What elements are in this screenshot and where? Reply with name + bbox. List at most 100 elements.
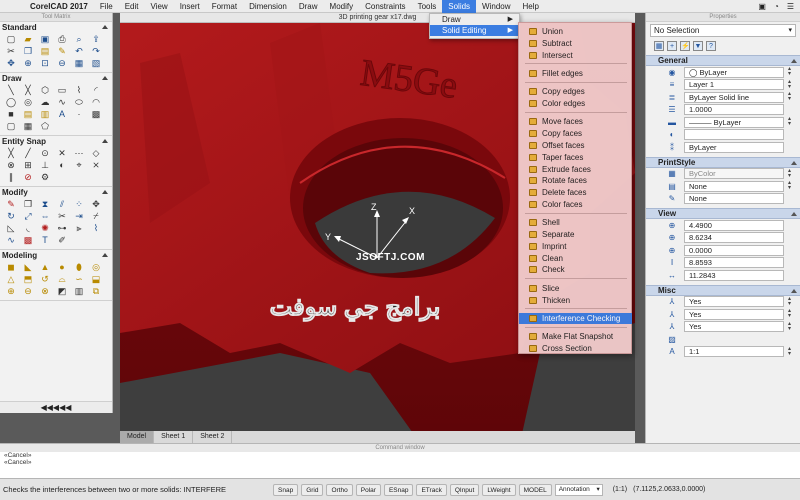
menu-solids[interactable]: Solids: [442, 0, 477, 13]
edit-polyline-icon[interactable]: ⌇: [89, 223, 103, 234]
arc-icon[interactable]: ◜: [89, 85, 103, 96]
interference-icon[interactable]: ⧉: [89, 286, 103, 297]
print-preview-icon[interactable]: ⌕: [72, 34, 86, 45]
move-icon[interactable]: ✥: [89, 199, 103, 210]
menu-item-imprint[interactable]: Imprint: [519, 241, 632, 252]
menu-item-color-faces[interactable]: Color faces: [519, 199, 632, 210]
status-toggle-lweight[interactable]: LWeight: [482, 483, 516, 496]
fillet-icon[interactable]: ◟: [21, 223, 35, 234]
status-toggle-polar[interactable]: Polar: [355, 483, 381, 496]
polygon-icon[interactable]: ⬡: [38, 85, 52, 96]
slice-icon[interactable]: ◩: [55, 286, 69, 297]
snap-nearest-icon[interactable]: ⌖: [72, 160, 86, 171]
save-icon[interactable]: ▣: [38, 34, 52, 45]
property-dropdown[interactable]: Yes: [684, 308, 784, 320]
text-icon[interactable]: A: [55, 109, 69, 120]
cloud-icon[interactable]: ☁: [38, 97, 52, 108]
stepper-icon[interactable]: ▴ ▾: [786, 346, 793, 357]
menu-item-extrude-faces[interactable]: Extrude faces: [519, 164, 632, 175]
stepper-icon[interactable]: ▴ ▾: [786, 116, 793, 127]
status-toggle-etrack[interactable]: ETrack: [416, 483, 447, 496]
property-dropdown[interactable]: Yes: [684, 296, 784, 308]
menu-modify[interactable]: Modify: [324, 0, 360, 13]
subtract-icon[interactable]: ⊖: [21, 286, 35, 297]
explode-icon[interactable]: ✺: [38, 223, 52, 234]
menu-item-clean[interactable]: Clean: [519, 253, 632, 264]
tab-model[interactable]: Model: [120, 431, 155, 443]
polysolid-icon[interactable]: ⬓: [89, 274, 103, 285]
stepper-icon[interactable]: ▴ ▾: [786, 296, 793, 307]
infinite-line-icon[interactable]: ╳: [21, 85, 35, 96]
copy-entity-icon[interactable]: ❐: [21, 199, 35, 210]
copy-icon[interactable]: ❐: [21, 46, 35, 57]
menu-item-thicken[interactable]: Thicken: [519, 295, 632, 306]
menu-dimension[interactable]: Dimension: [243, 0, 293, 13]
box-icon[interactable]: ◼: [4, 262, 18, 273]
new-file-icon[interactable]: ▢: [4, 34, 18, 45]
hatch-icon[interactable]: ▩: [89, 109, 103, 120]
spline-icon[interactable]: ∿: [55, 97, 69, 108]
snap-none-icon[interactable]: ⊘: [21, 172, 35, 183]
menu-item-delete-faces[interactable]: Delete faces: [519, 187, 632, 198]
line-icon[interactable]: ╲: [4, 85, 18, 96]
insert-block-icon[interactable]: ▤: [21, 109, 35, 120]
zoom-window-icon[interactable]: ⊡: [38, 58, 52, 69]
menu-item-separate[interactable]: Separate: [519, 229, 632, 240]
menu-item-fillet-edges[interactable]: Fillet edges: [519, 68, 632, 79]
menu-item-cross-section[interactable]: Cross Section: [519, 343, 632, 354]
snap-midpoint-icon[interactable]: ╱: [21, 148, 35, 159]
menu-item-taper-faces[interactable]: Taper faces: [519, 152, 632, 163]
properties-icon[interactable]: ▦: [72, 58, 86, 69]
menu-insert[interactable]: Insert: [174, 0, 206, 13]
region-icon[interactable]: ▢: [4, 121, 18, 132]
property-field[interactable]: 1.0000: [684, 104, 784, 116]
mirror-icon[interactable]: ⧗: [38, 199, 52, 210]
point-icon[interactable]: ·: [72, 109, 86, 120]
break-icon[interactable]: ⌿: [89, 211, 103, 222]
property-dropdown[interactable]: Layer 1: [684, 79, 784, 91]
status-toggle-esnap[interactable]: ESnap: [383, 483, 414, 496]
property-field[interactable]: 8.8593: [684, 257, 784, 269]
sweep-icon[interactable]: ∽: [72, 274, 86, 285]
cylinder-icon[interactable]: ⬮: [72, 262, 86, 273]
select-entities-icon[interactable]: ▦: [654, 40, 664, 51]
snap-node-icon[interactable]: ⊗: [4, 160, 18, 171]
menu-item-copy-edges[interactable]: Copy edges: [519, 86, 632, 97]
property-dropdown[interactable]: ByColor: [684, 168, 784, 180]
property-field[interactable]: 8.6234: [684, 232, 784, 244]
help-icon[interactable]: ?: [706, 40, 716, 51]
property-dropdown[interactable]: ◯ ByLayer: [684, 66, 784, 78]
menu-item-check[interactable]: Check: [519, 264, 632, 275]
annotation-scale[interactable]: (1:1): [613, 486, 627, 493]
menu-item-union[interactable]: Union: [519, 26, 632, 37]
property-field[interactable]: 0.0000: [684, 244, 784, 256]
property-dropdown[interactable]: None: [684, 180, 784, 192]
stepper-icon[interactable]: ▴ ▾: [786, 168, 793, 179]
annotation-dropdown[interactable]: Annotation ▾: [554, 483, 603, 496]
toolbar-section-header[interactable]: Modify: [0, 187, 112, 198]
selection-dropdown[interactable]: No Selection ▾: [650, 24, 796, 37]
match-properties-icon[interactable]: ✎: [55, 46, 69, 57]
solids-menu-solid-editing[interactable]: Solid Editing ▶: [430, 25, 519, 36]
snap-tangent-icon[interactable]: ◐: [55, 160, 69, 171]
property-field[interactable]: ByLayer: [684, 141, 784, 153]
status-toggle-qinput[interactable]: QInput: [449, 483, 480, 496]
property-dropdown[interactable]: Yes: [684, 321, 784, 333]
quick-select-icon[interactable]: ⚡: [680, 40, 690, 51]
snap-intersection-icon[interactable]: ✕: [55, 148, 69, 159]
stepper-icon[interactable]: ▴ ▾: [786, 180, 793, 191]
edit-attribute-icon[interactable]: ✐: [55, 235, 69, 246]
block-icon[interactable]: ■: [4, 109, 18, 120]
menu-constraints[interactable]: Constraints: [359, 0, 411, 13]
menu-item-make-flat-snapshot[interactable]: Make Flat Snapshot: [519, 331, 632, 342]
loft-icon[interactable]: ⌓: [55, 274, 69, 285]
pattern-icon[interactable]: ⁘: [72, 199, 86, 210]
snap-extension-icon[interactable]: ⋯: [72, 148, 86, 159]
snap-quadrant-icon[interactable]: ◇: [89, 148, 103, 159]
offset-icon[interactable]: ⫽: [55, 199, 69, 210]
status-toggle-snap[interactable]: Snap: [273, 483, 299, 496]
menu-item-slice[interactable]: Slice: [519, 283, 632, 294]
filter-icon[interactable]: ▼: [693, 40, 703, 51]
menu-draw[interactable]: Draw: [293, 0, 324, 13]
erase-icon[interactable]: ✎: [4, 199, 18, 210]
